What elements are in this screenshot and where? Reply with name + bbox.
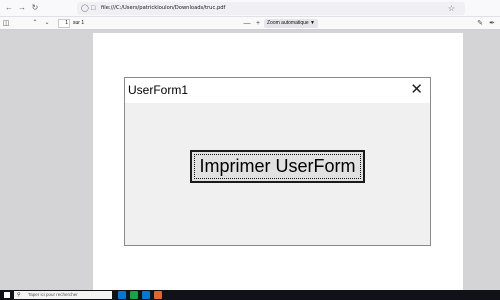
pdf-page: UserForm1 ✕ Imprimer UserForm bbox=[93, 33, 463, 290]
browser-navbar: ← → ↻ ◯ □ file:///C:/Users/patrickloulon… bbox=[0, 0, 500, 17]
print-userform-button-label: Imprimer UserForm bbox=[194, 154, 361, 179]
url-text: file:///C:/Users/patrickloulon/Downloads… bbox=[101, 5, 226, 11]
windows-start-icon[interactable] bbox=[4, 292, 10, 298]
zoom-select[interactable]: Zoom automatique ▼ bbox=[264, 19, 318, 28]
forward-icon[interactable]: → bbox=[17, 3, 27, 13]
userform-titlebar: UserForm1 ✕ bbox=[125, 78, 430, 103]
page-count-label: sur 1 bbox=[73, 20, 85, 26]
url-bar[interactable]: ◯ □ file:///C:/Users/patrickloulon/Downl… bbox=[77, 2, 465, 15]
zoom-out-button[interactable]: — bbox=[243, 18, 251, 29]
taskbar-app-edge-icon[interactable] bbox=[142, 291, 150, 299]
taskbar-app-blue-icon[interactable] bbox=[118, 291, 126, 299]
page-number-input[interactable]: 1 bbox=[58, 19, 70, 28]
bookmark-star-icon[interactable]: ☆ bbox=[448, 2, 455, 15]
next-page-icon[interactable]: ⌄ bbox=[43, 18, 51, 29]
userform-title: UserForm1 bbox=[128, 83, 189, 97]
zoom-in-button[interactable]: + bbox=[254, 18, 262, 29]
taskbar-app-orange-icon[interactable] bbox=[154, 291, 162, 299]
back-icon[interactable]: ← bbox=[4, 3, 14, 13]
windows-taskbar: ⚲ Taper ici pour rechercher bbox=[0, 290, 500, 300]
taskbar-search-placeholder: Taper ici pour rechercher bbox=[28, 292, 78, 297]
pen-icon[interactable]: ✒ bbox=[488, 18, 496, 29]
chevron-down-icon: ▼ bbox=[310, 20, 315, 26]
taskbar-search[interactable]: ⚲ Taper ici pour rechercher bbox=[14, 291, 112, 299]
print-userform-button[interactable]: Imprimer UserForm bbox=[190, 150, 365, 183]
zoom-select-value: Zoom automatique bbox=[267, 20, 309, 26]
draw-icon[interactable]: ✎ bbox=[476, 18, 484, 29]
sidebar-toggle-icon[interactable]: ◫ bbox=[2, 18, 10, 29]
taskbar-app-green-icon[interactable] bbox=[130, 291, 138, 299]
shield-icon: ◯ bbox=[81, 5, 89, 12]
pdf-viewer: UserForm1 ✕ Imprimer UserForm bbox=[0, 30, 500, 290]
pdf-toolbar: ◫ ⌃ ⌄ 1 sur 1 — + Zoom automatique ▼ ✎ ✒ bbox=[0, 17, 500, 30]
close-icon[interactable]: ✕ bbox=[410, 81, 423, 99]
file-icon: □ bbox=[91, 5, 96, 12]
userform-window: UserForm1 ✕ Imprimer UserForm bbox=[124, 77, 431, 246]
reload-icon[interactable]: ↻ bbox=[30, 3, 40, 13]
search-icon: ⚲ bbox=[17, 292, 21, 298]
prev-page-icon[interactable]: ⌃ bbox=[31, 18, 39, 29]
